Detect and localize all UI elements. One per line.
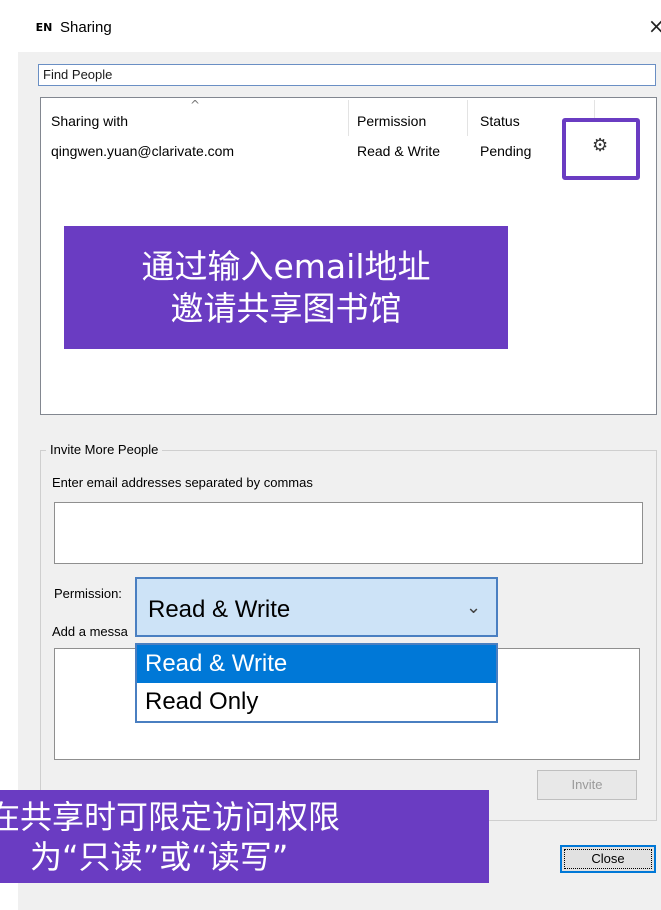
language-icon: EN [35,21,53,34]
callout-line: 邀请共享图书馆 [170,288,402,328]
invite-button[interactable]: Invite [537,770,637,800]
permission-option-read-only[interactable]: Read Only [137,683,496,721]
column-separator[interactable] [467,100,468,136]
invite-group-label: Invite More People [46,441,163,459]
chevron-down-icon[interactable]: ⌄ [466,597,481,618]
shared-user-status: Pending [480,143,532,159]
close-button[interactable]: Close [560,845,656,873]
permission-label: Permission: [54,586,122,601]
shared-user-permission: Read & Write [357,143,440,159]
callout-permission-hint: 在共享时可限定访问权限 为“只读”或“读写” [0,790,489,883]
column-header-sharing-with[interactable]: Sharing with [51,112,128,130]
window-close-icon[interactable]: × [648,14,661,38]
callout-line: 为“只读”或“读写” [30,837,289,876]
window-title: Sharing [60,19,112,36]
email-addresses-label: Enter email addresses separated by comma… [52,475,313,490]
callout-line: 通过输入email地址 [141,246,431,286]
email-addresses-field[interactable] [54,502,643,564]
message-label: Add a messa [52,624,128,639]
shared-user-email[interactable]: qingwen.yuan@clarivate.com [51,142,234,160]
callout-line: 在共享时可限定访问权限 [0,797,341,836]
find-people-input[interactable]: Find People [38,64,656,86]
column-header-permission[interactable]: Permission [357,112,426,130]
callout-invite-by-email: 通过输入email地址 邀请共享图书馆 [64,226,508,349]
gear-icon[interactable]: ⚙ [592,136,608,156]
window-left-edge [0,0,18,910]
permission-select-value: Read & Write [148,596,291,623]
column-header-status[interactable]: Status [480,112,520,130]
sort-ascending-icon: ^ [190,98,201,112]
permission-option-read-write[interactable]: Read & Write [137,645,496,683]
column-separator[interactable] [348,100,349,136]
